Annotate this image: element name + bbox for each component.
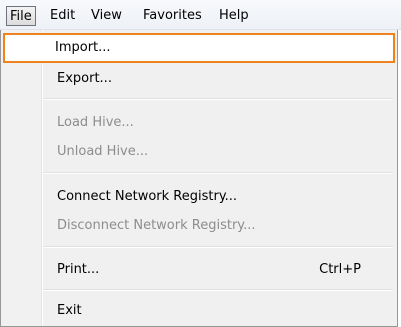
- menu-item-label: Unload Hive...: [57, 144, 149, 159]
- menu-item-label: Load Hive...: [57, 115, 134, 130]
- menu-item-import[interactable]: Import...: [3, 33, 395, 63]
- menu-item-label: Export...: [57, 71, 112, 86]
- menu-bar: File Edit View Favorites Help: [0, 0, 401, 30]
- menu-separator: [43, 289, 393, 291]
- menu-item-label: Print...: [57, 262, 100, 277]
- menu-item-load-hive[interactable]: Load Hive...: [5, 110, 395, 136]
- menu-view[interactable]: View: [88, 7, 125, 25]
- menu-item-label: Exit: [57, 303, 82, 318]
- file-menu-dropdown: Import... Export... Load Hive... Unload …: [0, 30, 398, 327]
- menu-item-connect-network-registry[interactable]: Connect Network Registry...: [5, 184, 395, 210]
- menu-separator: [43, 246, 393, 248]
- registry-editor-window: File Edit View Favorites Help Import... …: [0, 0, 401, 327]
- menu-item-disconnect-network-registry[interactable]: Disconnect Network Registry...: [5, 213, 395, 239]
- menu-item-print[interactable]: Print... Ctrl+P: [5, 257, 395, 283]
- menu-edit[interactable]: Edit: [47, 7, 78, 25]
- menu-favorites[interactable]: Favorites: [140, 7, 205, 25]
- menu-file[interactable]: File: [6, 6, 36, 26]
- menu-item-shortcut: Ctrl+P: [319, 262, 361, 277]
- menu-separator: [43, 98, 393, 100]
- menu-item-label: Connect Network Registry...: [57, 189, 238, 204]
- menu-item-unload-hive[interactable]: Unload Hive...: [5, 139, 395, 165]
- menu-item-exit[interactable]: Exit: [5, 298, 395, 324]
- menu-item-label: Import...: [55, 40, 111, 55]
- menu-separator: [43, 172, 393, 174]
- menu-help[interactable]: Help: [216, 7, 252, 25]
- menu-item-export[interactable]: Export...: [5, 66, 395, 92]
- menu-item-label: Disconnect Network Registry...: [57, 218, 256, 233]
